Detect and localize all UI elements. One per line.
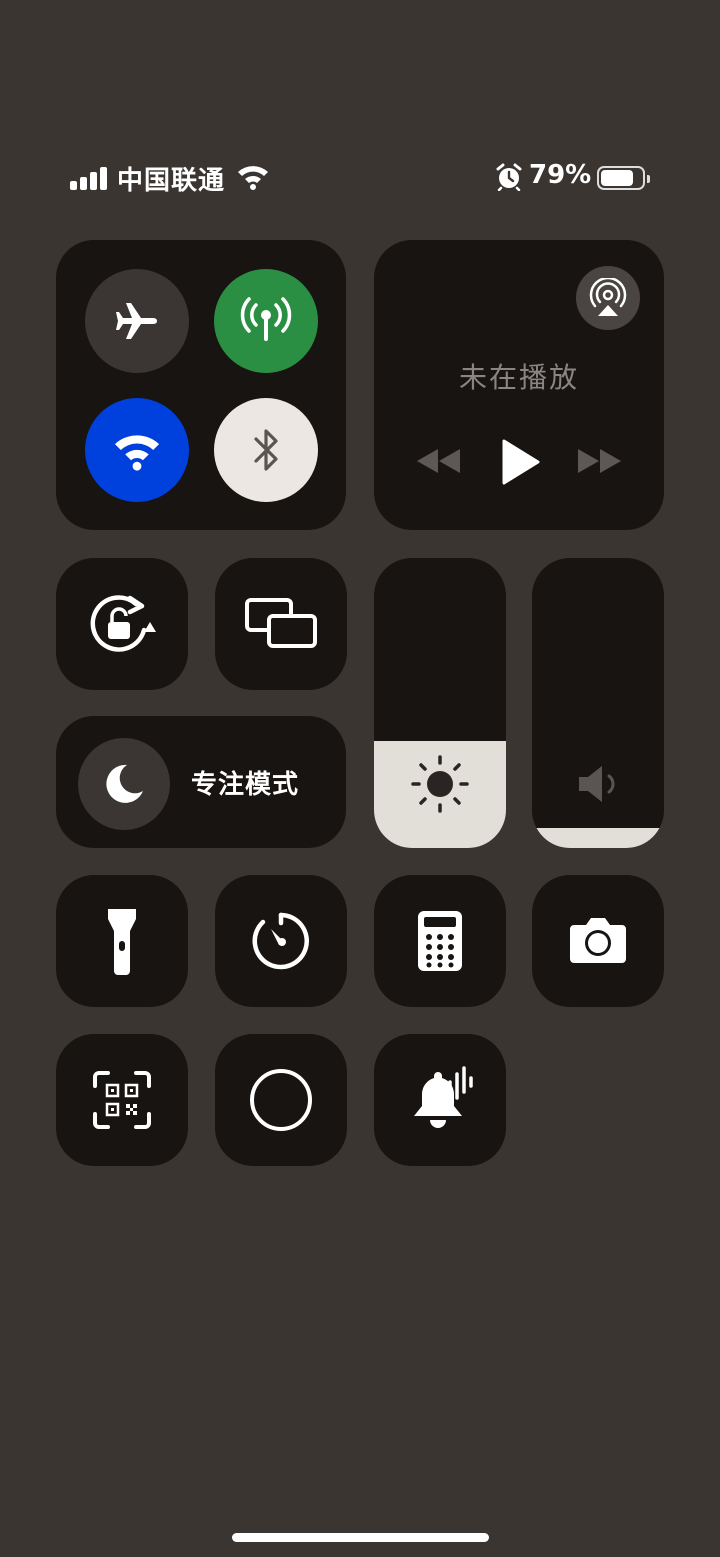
alarm-icon <box>496 163 522 191</box>
timer-button[interactable] <box>215 875 347 1007</box>
bluetooth-button[interactable] <box>214 398 318 502</box>
sound-recognition-button[interactable] <box>374 1034 506 1166</box>
bluetooth-icon <box>254 429 278 471</box>
fast-forward-icon[interactable] <box>574 446 624 476</box>
focus-mode-label: 专注模式 <box>191 770 300 800</box>
screen-mirroring-button[interactable] <box>215 558 347 690</box>
now-playing-tile[interactable]: 未在播放 <box>374 240 664 530</box>
qr-code-scanner-button[interactable] <box>56 1034 188 1166</box>
airplane-mode-button[interactable] <box>85 269 189 373</box>
volume-fill <box>532 827 664 848</box>
airplane-icon <box>116 303 157 339</box>
calculator-button[interactable] <box>374 875 506 1007</box>
volume-slider[interactable] <box>532 558 664 848</box>
sound-recognition-icon <box>414 1066 473 1128</box>
now-playing-label: 未在播放 <box>458 361 579 394</box>
brightness-slider[interactable] <box>374 558 506 848</box>
battery-level-fill <box>601 170 633 186</box>
cellular-data-button[interactable] <box>214 269 318 373</box>
qr-code-scanner-icon <box>93 1071 151 1129</box>
battery-nub <box>647 175 650 183</box>
antenna-icon <box>240 297 292 341</box>
moon-icon <box>106 764 143 803</box>
airplay-icon <box>589 278 627 316</box>
camera-icon <box>570 918 626 963</box>
battery-percent: 79% <box>529 160 592 190</box>
focus-moon-button[interactable] <box>78 738 170 830</box>
sun-icon <box>411 755 469 813</box>
flashlight-icon <box>108 909 136 975</box>
calculator-icon <box>418 911 462 971</box>
carrier-name: 中国联通 <box>117 166 226 196</box>
wifi-icon <box>238 166 268 190</box>
wifi-button[interactable] <box>85 398 189 502</box>
orientation-lock-icon <box>90 595 156 652</box>
connectivity-tile <box>56 240 346 530</box>
orientation-lock-button[interactable] <box>56 558 188 690</box>
play-icon[interactable] <box>498 438 542 486</box>
screen-mirroring-icon <box>245 598 317 648</box>
wifi-icon <box>114 435 160 471</box>
rewind-icon[interactable] <box>414 446 464 476</box>
airplay-button[interactable] <box>576 266 640 330</box>
screen-recording-button[interactable] <box>215 1034 347 1166</box>
battery-icon <box>597 166 650 190</box>
screen-recording-icon <box>250 1069 312 1131</box>
timer-icon <box>252 912 309 970</box>
signal-icon <box>70 166 110 190</box>
camera-button[interactable] <box>532 875 664 1007</box>
focus-mode-button[interactable]: 专注模式 <box>56 716 346 848</box>
home-indicator[interactable] <box>232 1533 489 1542</box>
speaker-icon <box>579 766 615 802</box>
status-bar: 中国联通 79% <box>0 150 720 206</box>
flashlight-button[interactable] <box>56 875 188 1007</box>
